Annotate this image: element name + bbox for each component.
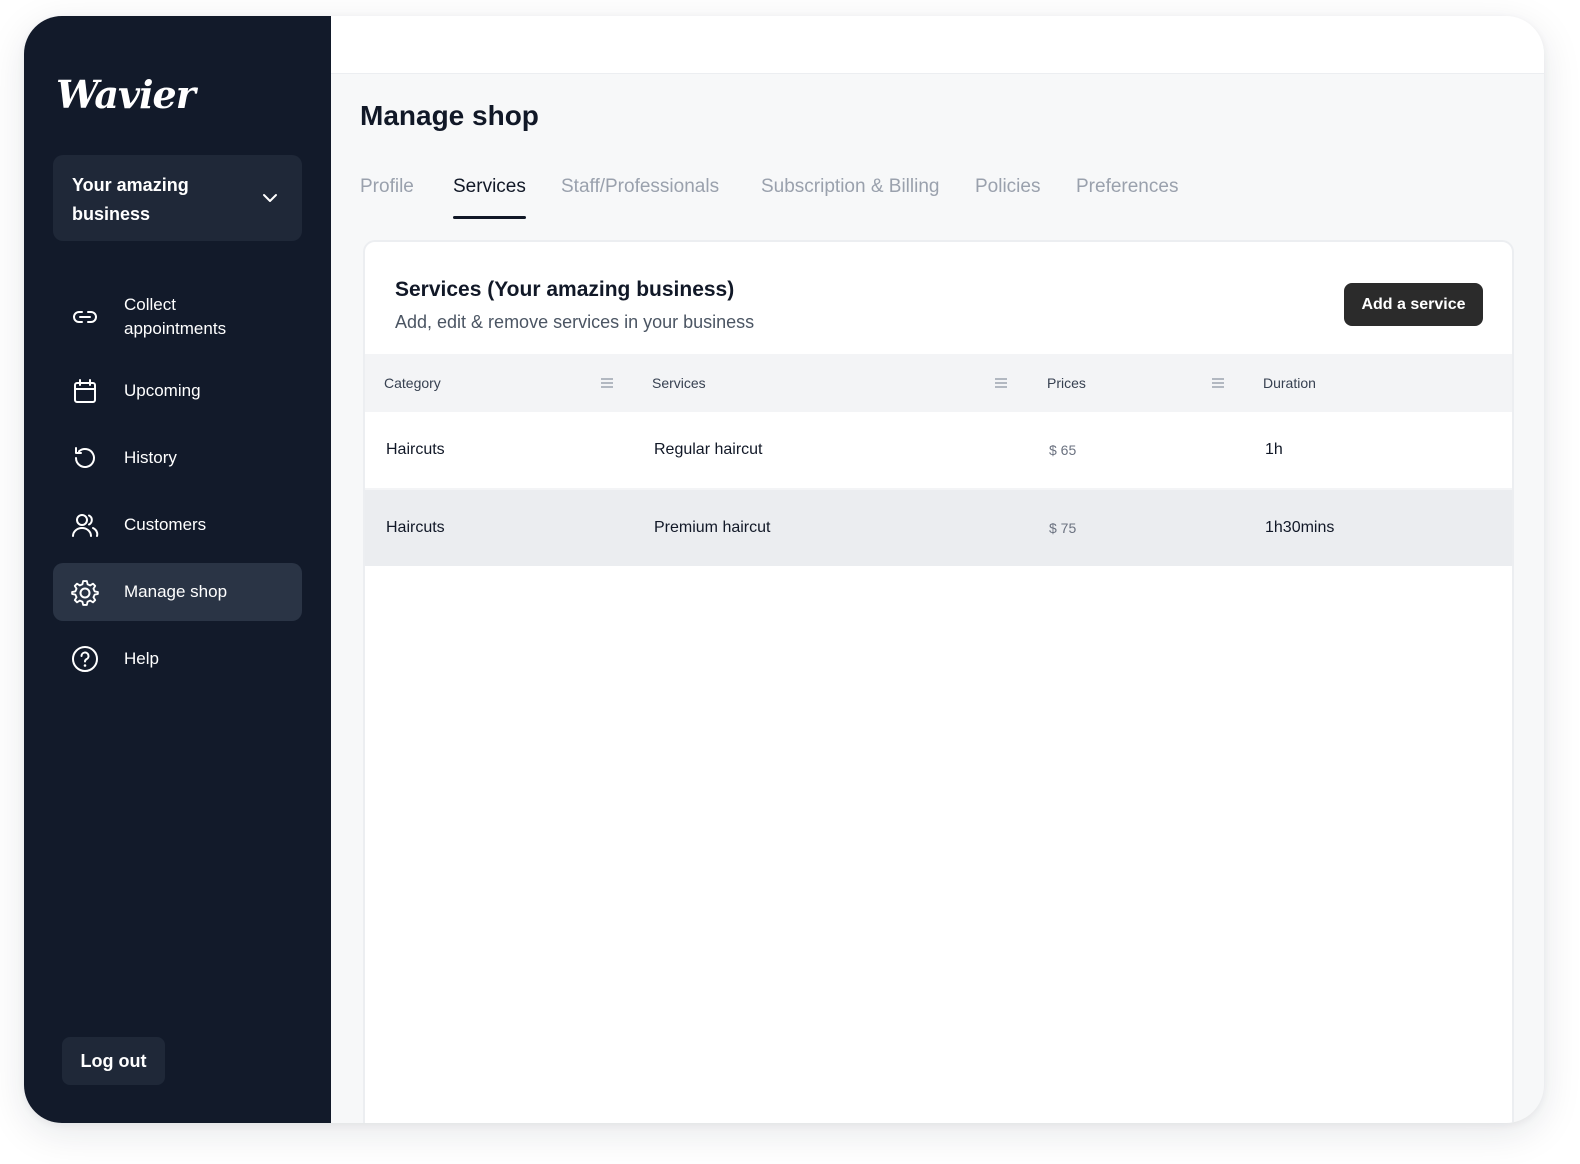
app-window: Wavier Your amazing business Collect app… [24,16,1544,1123]
page-title: Manage shop [360,100,539,131]
cell-category: Haircuts [386,519,445,536]
column-header-category[interactable]: Category [384,354,441,412]
cell-duration: 1h [1265,441,1283,458]
sidebar-item-label: Manage shop [124,582,228,601]
business-selector[interactable]: Your amazing business [53,155,302,241]
column-menu-icon[interactable] [600,376,614,390]
tab-preferences[interactable]: Preferences [1076,176,1178,220]
logout-button[interactable]: Log out [62,1037,165,1085]
sidebar-item-collect-appointments[interactable]: Collect appointments [53,282,302,352]
sidebar-item-label: Customers [124,515,207,534]
services-card-subtitle: Add, edit & remove services in your busi… [395,312,755,332]
chevron-down-icon [263,194,277,202]
table-row[interactable]: Haircuts Premium haircut $ 75 1h30mins [365,490,1512,566]
services-card: Services (Your amazing business) Add, ed… [363,240,1514,1123]
column-menu-icon[interactable] [1211,376,1225,390]
sidebar-item-label: Upcoming [124,381,201,400]
tab-staff-professionals[interactable]: Staff/Professionals [561,176,719,220]
table-header: Category Services Prices Duration [365,354,1512,412]
history-icon [75,447,95,468]
gear-icon [71,580,99,606]
sidebar: Wavier Your amazing business Collect app… [24,16,331,1123]
services-card-title: Services (Your amazing business) [395,278,735,301]
sidebar-nav: Collect appointments Upcoming History Cu… [53,282,302,697]
sidebar-item-customers[interactable]: Customers [53,496,302,554]
cell-price: $ 75 [1049,520,1077,536]
add-service-button[interactable]: Add a service [1344,283,1483,326]
tab-subscription-billing[interactable]: Subscription & Billing [761,176,939,220]
users-icon [72,514,99,537]
brand-logo[interactable]: Wavier [56,72,196,117]
cell-category: Haircuts [386,441,445,458]
cell-service: Regular haircut [654,441,763,458]
column-header-services[interactable]: Services [652,354,706,412]
sidebar-item-help[interactable]: Help [53,630,302,688]
sidebar-item-upcoming[interactable]: Upcoming [53,362,302,420]
services-table: Category Services Prices Duration Haircu… [365,354,1512,566]
calendar-icon [74,379,96,403]
business-selector-label: Your amazing business [72,175,189,224]
cell-duration: 1h30mins [1265,519,1335,536]
sidebar-item-manage-shop[interactable]: Manage shop [53,563,302,621]
sidebar-item-history[interactable]: History [53,429,302,487]
column-header-prices[interactable]: Prices [1047,354,1086,412]
link-icon [73,311,97,323]
tab-profile[interactable]: Profile [360,176,414,220]
sidebar-item-label: Help [124,649,159,668]
help-icon [72,646,98,672]
table-row[interactable]: Haircuts Regular haircut $ 65 1h [365,412,1512,488]
tab-services[interactable]: Services [453,176,526,220]
column-menu-icon[interactable] [994,376,1008,390]
column-header-duration[interactable]: Duration [1263,354,1316,412]
cell-service: Premium haircut [654,519,771,536]
cell-price: $ 65 [1049,442,1077,458]
top-bar [331,16,1544,74]
sidebar-item-label: Collect appointments [124,295,227,338]
tab-policies[interactable]: Policies [975,176,1040,220]
sidebar-item-label: History [124,448,177,467]
